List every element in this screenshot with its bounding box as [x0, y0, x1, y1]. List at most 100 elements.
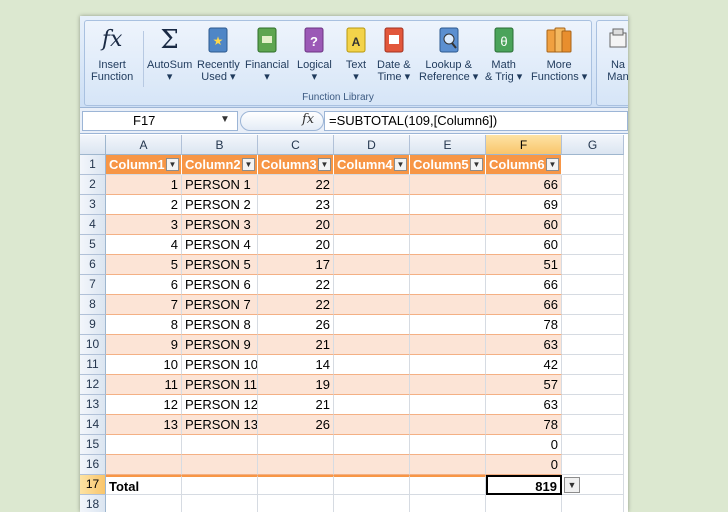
- table-cell[interactable]: 66: [486, 295, 562, 315]
- cell[interactable]: [562, 335, 624, 355]
- cell[interactable]: [562, 195, 624, 215]
- row-header-15[interactable]: 15: [80, 435, 106, 455]
- table-cell[interactable]: [334, 455, 410, 475]
- row-header-11[interactable]: 11: [80, 355, 106, 375]
- table-cell[interactable]: PERSON 8: [182, 315, 258, 335]
- name-box-dropdown-icon[interactable]: ▼: [220, 111, 230, 129]
- ribbon-button-book-star[interactable]: ★ Recently Used ▾: [197, 25, 240, 83]
- ribbon-button-book-a[interactable]: A Text ▾: [343, 25, 369, 83]
- table-cell[interactable]: 22: [258, 175, 334, 195]
- cell[interactable]: [258, 495, 334, 512]
- row-header-9[interactable]: 9: [80, 315, 106, 335]
- table-cell[interactable]: 20: [258, 215, 334, 235]
- row-header-7[interactable]: 7: [80, 275, 106, 295]
- cell[interactable]: [182, 495, 258, 512]
- table-cell[interactable]: [334, 295, 410, 315]
- table-cell[interactable]: [410, 395, 486, 415]
- table-cell[interactable]: PERSON 11: [182, 375, 258, 395]
- cell[interactable]: [562, 395, 624, 415]
- table-cell[interactable]: 5: [106, 255, 182, 275]
- table-header-cell[interactable]: Column6 ▼: [486, 155, 562, 175]
- table-cell[interactable]: [410, 315, 486, 335]
- table-cell[interactable]: 0: [486, 435, 562, 455]
- ribbon-button-book-question[interactable]: ? Logical ▾: [297, 25, 332, 83]
- table-cell[interactable]: [334, 355, 410, 375]
- row-header-6[interactable]: 6: [80, 255, 106, 275]
- table-cell[interactable]: [334, 335, 410, 355]
- table-cell[interactable]: 11: [106, 375, 182, 395]
- table-cell[interactable]: 22: [258, 295, 334, 315]
- table-cell[interactable]: 60: [486, 215, 562, 235]
- table-cell[interactable]: 1: [106, 175, 182, 195]
- table-cell[interactable]: [334, 275, 410, 295]
- ribbon-button-books[interactable]: More Functions ▾: [531, 25, 587, 83]
- table-cell[interactable]: [410, 295, 486, 315]
- filter-dropdown-icon[interactable]: ▼: [470, 158, 483, 171]
- cell[interactable]: [562, 495, 624, 512]
- table-cell[interactable]: [410, 175, 486, 195]
- table-cell[interactable]: [410, 215, 486, 235]
- table-cell[interactable]: 57: [486, 375, 562, 395]
- table-cell[interactable]: 10: [106, 355, 182, 375]
- table-cell[interactable]: [334, 175, 410, 195]
- table-cell[interactable]: PERSON 10: [182, 355, 258, 375]
- table-cell[interactable]: 7: [106, 295, 182, 315]
- table-cell[interactable]: 63: [486, 335, 562, 355]
- table-cell[interactable]: 23: [258, 195, 334, 215]
- row-header-5[interactable]: 5: [80, 235, 106, 255]
- table-cell[interactable]: [410, 435, 486, 455]
- table-cell[interactable]: [334, 435, 410, 455]
- table-cell[interactable]: 26: [258, 415, 334, 435]
- table-cell[interactable]: [334, 395, 410, 415]
- table-cell[interactable]: PERSON 1: [182, 175, 258, 195]
- table-cell[interactable]: PERSON 5: [182, 255, 258, 275]
- table-cell[interactable]: 21: [258, 395, 334, 415]
- total-function-dropdown-icon[interactable]: ▼: [564, 477, 580, 493]
- table-header-cell[interactable]: Column2 ▼: [182, 155, 258, 175]
- table-cell[interactable]: 51: [486, 255, 562, 275]
- table-cell[interactable]: [334, 235, 410, 255]
- cell[interactable]: [562, 155, 624, 175]
- table-cell[interactable]: [410, 415, 486, 435]
- table-cell[interactable]: [410, 275, 486, 295]
- column-header-d[interactable]: D: [334, 135, 410, 155]
- cell[interactable]: [562, 435, 624, 455]
- table-cell[interactable]: PERSON 6: [182, 275, 258, 295]
- table-cell[interactable]: 26: [258, 315, 334, 335]
- total-row-cell[interactable]: [182, 475, 258, 495]
- column-header-c[interactable]: C: [258, 135, 334, 155]
- table-cell[interactable]: 9: [106, 335, 182, 355]
- total-row-cell[interactable]: [258, 475, 334, 495]
- column-header-a[interactable]: A: [106, 135, 182, 155]
- cell[interactable]: [106, 495, 182, 512]
- filter-dropdown-icon[interactable]: ▼: [242, 158, 255, 171]
- table-cell[interactable]: 4: [106, 235, 182, 255]
- table-cell[interactable]: 63: [486, 395, 562, 415]
- table-cell[interactable]: 22: [258, 275, 334, 295]
- table-cell[interactable]: [334, 195, 410, 215]
- row-header-4[interactable]: 4: [80, 215, 106, 235]
- ribbon-button-fx[interactable]: fx Insert Function: [91, 25, 133, 84]
- table-cell[interactable]: [106, 455, 182, 475]
- ribbon-button-book-money[interactable]: Financial ▾: [245, 25, 289, 83]
- table-cell[interactable]: PERSON 4: [182, 235, 258, 255]
- table-cell[interactable]: [182, 455, 258, 475]
- table-cell[interactable]: PERSON 7: [182, 295, 258, 315]
- cell[interactable]: [562, 215, 624, 235]
- ribbon-button-book-theta[interactable]: θ Math & Trig ▾: [485, 25, 522, 83]
- table-cell[interactable]: 2: [106, 195, 182, 215]
- table-cell[interactable]: 6: [106, 275, 182, 295]
- cell[interactable]: [334, 495, 410, 512]
- table-cell[interactable]: [410, 255, 486, 275]
- table-cell[interactable]: [334, 255, 410, 275]
- table-cell[interactable]: 12: [106, 395, 182, 415]
- table-cell[interactable]: 14: [258, 355, 334, 375]
- cell[interactable]: [562, 355, 624, 375]
- table-cell[interactable]: PERSON 13: [182, 415, 258, 435]
- table-cell[interactable]: PERSON 9: [182, 335, 258, 355]
- ribbon-button-book-magnifier[interactable]: Lookup & Reference ▾: [419, 25, 478, 83]
- name-box[interactable]: F17: [82, 111, 238, 131]
- cell[interactable]: [562, 415, 624, 435]
- table-cell[interactable]: 78: [486, 315, 562, 335]
- table-cell[interactable]: [410, 455, 486, 475]
